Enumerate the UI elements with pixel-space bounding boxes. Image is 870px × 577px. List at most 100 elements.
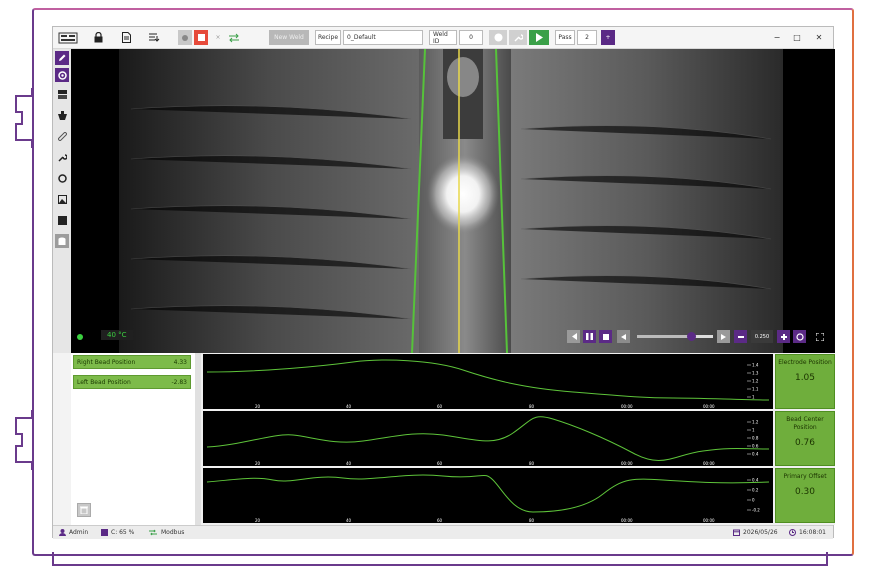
data-panel: Right Bead Position 4.33 Left Bead Posit… [71, 353, 835, 525]
document-icon[interactable] [119, 30, 133, 45]
trend-chart-primary-offset: 0.4 0.2 0 -0.2 20 40 60 80 00:00 00:00 [203, 468, 773, 523]
trend-chart-bead-center: 1.2 1 0.8 0.6 0.4 20 40 60 80 00:00 00:0… [203, 411, 773, 466]
x-tick-label: 80 [529, 404, 535, 409]
y-tick-label: 1.2 [752, 420, 759, 425]
zoom-in-button[interactable] [777, 330, 790, 343]
new-weld-button[interactable]: New Weld [269, 30, 309, 45]
panel-scrollbar[interactable] [195, 353, 201, 525]
y-tick-label: 0.6 [752, 444, 759, 449]
metric-label: Bead Center Position [786, 416, 824, 431]
y-tick-label: 1.4 [752, 363, 759, 368]
metric-value: 1.05 [794, 373, 816, 383]
recipe-field[interactable]: 0_Default [343, 30, 423, 45]
pass-increment-button[interactable]: + [601, 30, 615, 45]
trend-chart-electrode: 1.4 1.3 1.2 1.1 1 20 40 60 80 00:00 00:0… [203, 354, 773, 409]
x-tick-label: 20 [255, 518, 261, 523]
metric-value: 0.76 [794, 438, 816, 448]
step-forward-button[interactable] [717, 330, 730, 343]
measurement-value: -2.83 [171, 378, 187, 386]
pencil-icon[interactable] [55, 51, 69, 65]
x-tick-label: 60 [437, 461, 443, 466]
wrench-tool-button[interactable] [509, 30, 527, 45]
square-icon[interactable] [55, 213, 69, 227]
status-time: 16:08:01 [799, 529, 826, 536]
ruler-icon[interactable] [55, 129, 69, 143]
pause-button[interactable] [583, 330, 596, 343]
left-sidebar [53, 49, 71, 353]
x-tick-label: 00:00 [703, 518, 715, 523]
playback-slider-fill [637, 335, 692, 338]
fullscreen-icon[interactable] [813, 330, 826, 343]
record-idle-button[interactable] [178, 30, 192, 45]
y-tick-label: 0.2 [752, 488, 759, 493]
y-tick-label: 1 [752, 428, 755, 433]
status-bar: Admin C: 65 % Modbus 2026/05/26 16:08:01 [53, 525, 833, 539]
bucket-icon[interactable] [55, 108, 69, 122]
play-button[interactable] [529, 30, 549, 45]
zoom-out-button[interactable] [734, 330, 747, 343]
weld-id-field[interactable]: 0 [459, 30, 483, 45]
clock-icon [789, 529, 796, 538]
y-tick-label: 0.4 [752, 452, 759, 457]
measurements-list: Right Bead Position 4.33 Left Bead Posit… [71, 353, 195, 525]
gear-active-icon[interactable] [55, 68, 69, 82]
lock-icon[interactable] [91, 30, 105, 45]
metric-tile-bead-center[interactable]: Bead Center Position 0.76 [775, 411, 835, 466]
image-icon[interactable] [55, 192, 69, 206]
x-tick-label: 60 [437, 518, 443, 523]
user-name: Admin [69, 529, 89, 536]
trash-icon [80, 506, 88, 514]
layers-icon[interactable] [55, 87, 69, 101]
x-tick-label: 80 [529, 461, 535, 466]
connection-icon [149, 529, 157, 538]
pass-field[interactable]: 2 [577, 30, 597, 45]
x-tick-label: 60 [437, 404, 443, 409]
skip-back-button[interactable] [567, 330, 580, 343]
app-window: × New Weld Recipe 0_Default Weld ID 0 Pa… [52, 26, 835, 539]
measurement-label: Right Bead Position [77, 358, 136, 366]
swap-icon[interactable] [227, 30, 241, 45]
camera-view[interactable]: 40 °C 0.250 [71, 49, 835, 353]
measurement-value: 4.33 [173, 358, 187, 366]
minimize-button[interactable]: − [771, 30, 783, 45]
stop-record-button[interactable] [194, 30, 208, 45]
close-button[interactable]: ✕ [813, 30, 825, 45]
playback-slider[interactable] [637, 332, 713, 341]
x-tick-label: 40 [346, 518, 352, 523]
stop-button[interactable] [599, 330, 612, 343]
protocol-name: Modbus [161, 529, 185, 536]
x-tick-label: 40 [346, 404, 352, 409]
temperature-readout: 40 °C [101, 330, 133, 340]
puzzle-connector-bottom [15, 410, 33, 470]
status-date: 2026/05/26 [743, 529, 778, 536]
pass-label: Pass [555, 30, 575, 45]
metric-label: Primary Offset [783, 473, 827, 480]
x-tick-label: 80 [529, 518, 535, 523]
step-back-button[interactable] [617, 330, 630, 343]
metric-tile-electrode[interactable]: Electrode Position 1.05 [775, 354, 835, 409]
export-icon[interactable] [147, 30, 161, 45]
outer-frame-base [52, 552, 828, 566]
measurement-row[interactable]: Left Bead Position -2.83 [73, 375, 191, 389]
record-circle-button[interactable] [489, 30, 507, 45]
settings-icon[interactable] [55, 171, 69, 185]
y-tick-label: 0 [752, 498, 755, 503]
measurement-row[interactable]: Right Bead Position 4.33 [73, 355, 191, 369]
toolbar: × New Weld Recipe 0_Default Weld ID 0 Pa… [53, 27, 833, 49]
weld-camera-image [71, 49, 835, 353]
focus-button[interactable] [793, 330, 806, 343]
clear-list-button[interactable] [77, 503, 91, 517]
database-icon[interactable] [55, 234, 69, 248]
y-tick-label: 0.4 [752, 478, 759, 483]
metric-tile-primary-offset[interactable]: Primary Offset 0.30 [775, 468, 835, 523]
y-tick-label: 1 [752, 395, 755, 400]
storage-usage: C: 65 % [111, 529, 135, 536]
puzzle-connector-top [15, 88, 33, 148]
zoom-value: 0.250 [751, 330, 773, 343]
maximize-button[interactable]: □ [791, 30, 803, 45]
y-tick-label: 1.3 [752, 371, 759, 376]
x-tick-label: 00:00 [621, 518, 633, 523]
metric-label: Electrode Position [778, 359, 832, 366]
wrench-icon[interactable] [55, 150, 69, 164]
user-icon [59, 529, 66, 538]
